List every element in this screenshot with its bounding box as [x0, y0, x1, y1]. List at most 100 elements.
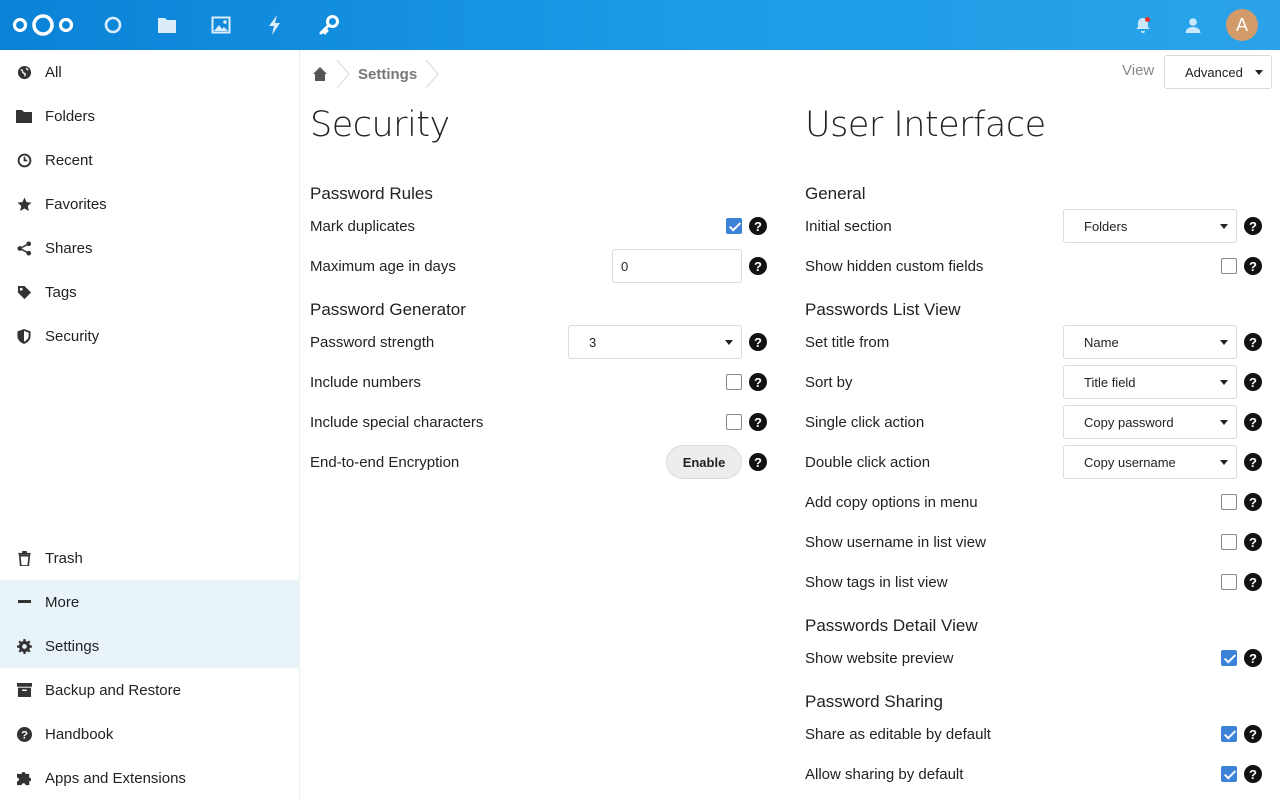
max-age-input[interactable]: 0 [612, 249, 742, 283]
sidebar-item-tags[interactable]: Tags [0, 270, 299, 314]
set-title-select[interactable]: Name [1063, 325, 1237, 359]
password-strength-select[interactable]: 3 [568, 325, 742, 359]
view-label: View [1122, 62, 1155, 79]
help-icon[interactable]: ? [749, 453, 767, 471]
passwords-icon[interactable] [317, 13, 341, 37]
photos-icon[interactable] [209, 13, 233, 37]
contacts-icon[interactable] [1181, 13, 1205, 37]
view-select[interactable]: Advanced [1164, 55, 1272, 89]
breadcrumb-current[interactable]: Settings [358, 66, 417, 83]
chevron-down-icon [1220, 420, 1228, 425]
mark-duplicates-checkbox[interactable] [726, 218, 742, 234]
sidebar-item-recent[interactable]: Recent [0, 138, 299, 182]
setting-include-special: Include special characters ? [310, 404, 770, 440]
setting-label: Include numbers [310, 373, 421, 391]
security-title: Security [310, 105, 450, 145]
setting-show-username: Show username in list view ? [805, 524, 1265, 560]
share-icon [16, 240, 32, 256]
share-editable-checkbox[interactable] [1221, 726, 1237, 742]
main-content: Settings View Advanced Security Password… [300, 50, 1280, 800]
website-preview-checkbox[interactable] [1221, 650, 1237, 666]
help-icon[interactable]: ? [1244, 573, 1262, 591]
include-numbers-checkbox[interactable] [726, 374, 742, 390]
setting-label: Sort by [805, 373, 853, 391]
help-icon[interactable]: ? [1244, 217, 1262, 235]
avatar[interactable]: A [1226, 9, 1258, 41]
sidebar-item-favorites[interactable]: Favorites [0, 182, 299, 226]
chevron-down-icon [1255, 70, 1263, 75]
setting-label: Allow sharing by default [805, 765, 964, 783]
help-icon[interactable]: ? [749, 257, 767, 275]
breadcrumb: Settings [312, 60, 447, 88]
dashboard-icon[interactable] [101, 13, 125, 37]
help-icon[interactable]: ? [1244, 333, 1262, 351]
help-icon[interactable]: ? [749, 217, 767, 235]
chevron-down-icon [1220, 224, 1228, 229]
sidebar-item-label: Shares [45, 239, 93, 257]
help-icon[interactable]: ? [1244, 765, 1262, 783]
star-icon [16, 196, 32, 212]
sidebar-item-security[interactable]: Security [0, 314, 299, 358]
help-icon[interactable]: ? [1244, 373, 1262, 391]
sidebar-item-shares[interactable]: Shares [0, 226, 299, 270]
notifications-icon[interactable] [1131, 13, 1155, 37]
nextcloud-logo-icon[interactable] [12, 12, 74, 38]
show-tags-checkbox[interactable] [1221, 574, 1237, 590]
globe-icon [16, 64, 32, 80]
files-icon[interactable] [155, 13, 179, 37]
help-icon[interactable]: ? [749, 413, 767, 431]
sidebar-item-trash[interactable]: Trash [0, 536, 299, 580]
allow-sharing-checkbox[interactable] [1221, 766, 1237, 782]
sidebar-item-label: Folders [45, 107, 96, 125]
trash-icon [16, 550, 32, 566]
help-icon[interactable]: ? [749, 333, 767, 351]
initial-section-select[interactable]: Folders [1063, 209, 1237, 243]
sidebar-item-folders[interactable]: Folders [0, 94, 299, 138]
select-value: Name [1084, 334, 1119, 350]
help-icon[interactable]: ? [1244, 453, 1262, 471]
enable-e2e-button[interactable]: Enable [666, 445, 742, 479]
shield-icon [16, 328, 32, 344]
setting-initial-section: Initial section Folders ? [805, 208, 1265, 244]
sidebar-item-handbook[interactable]: ? Handbook [0, 712, 299, 756]
password-sharing-title: Password Sharing [805, 692, 943, 711]
sidebar-item-label: All [45, 63, 62, 81]
sidebar-item-settings[interactable]: Settings [0, 624, 299, 668]
single-click-select[interactable]: Copy password [1063, 405, 1237, 439]
sidebar-item-more[interactable]: More [0, 580, 299, 624]
sidebar-item-all[interactable]: All [0, 50, 299, 94]
select-value: Title field [1084, 374, 1136, 390]
folder-icon [16, 108, 32, 124]
hidden-fields-checkbox[interactable] [1221, 258, 1237, 274]
sidebar-item-label: More [45, 593, 80, 611]
help-icon[interactable]: ? [1244, 257, 1262, 275]
setting-max-age: Maximum age in days 0 ? [310, 248, 770, 284]
copy-options-checkbox[interactable] [1221, 494, 1237, 510]
sidebar-item-label: Settings [45, 637, 100, 655]
help-icon[interactable]: ? [1244, 649, 1262, 667]
activity-icon[interactable] [263, 13, 287, 37]
sidebar-item-label: Security [45, 327, 100, 345]
help-icon[interactable]: ? [749, 373, 767, 391]
setting-label: Include special characters [310, 413, 484, 431]
sidebar-item-apps[interactable]: Apps and Extensions [0, 756, 299, 800]
show-username-checkbox[interactable] [1221, 534, 1237, 550]
double-click-select[interactable]: Copy username [1063, 445, 1237, 479]
sort-by-select[interactable]: Title field [1063, 365, 1237, 399]
help-icon[interactable]: ? [1244, 413, 1262, 431]
chevron-down-icon [1220, 460, 1228, 465]
help-icon[interactable]: ? [1244, 725, 1262, 743]
include-special-checkbox[interactable] [726, 414, 742, 430]
help-icon[interactable]: ? [1244, 533, 1262, 551]
setting-label: Show tags in list view [805, 573, 948, 591]
home-icon[interactable] [312, 66, 328, 82]
help-icon[interactable]: ? [1244, 493, 1262, 511]
view-select-value: Advanced [1185, 64, 1243, 80]
top-header: A [0, 0, 1280, 50]
chevron-down-icon [1220, 340, 1228, 345]
breadcrumb-separator-icon [425, 60, 439, 88]
help-icon: ? [16, 726, 32, 742]
select-value: 3 [589, 334, 597, 350]
sidebar-item-backup[interactable]: Backup and Restore [0, 668, 299, 712]
list-view-title: Passwords List View [805, 300, 961, 319]
